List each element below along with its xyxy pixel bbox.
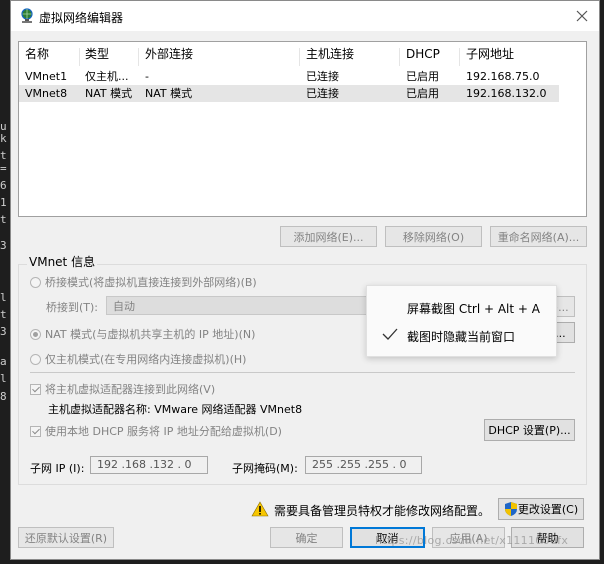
table-row[interactable]: VMnet1 仅主机... - 已连接 已启用 192.168.75.0 xyxy=(19,68,559,85)
terminal-line: 6 xyxy=(0,179,7,192)
radio-button xyxy=(30,353,41,365)
row-type: NAT 模式 xyxy=(85,87,133,100)
row-host: 已连接 xyxy=(306,70,339,83)
bridged-mode-radio[interactable]: 桥接模式(将虚拟机直接连接到外部网络)(B) xyxy=(30,274,257,290)
table-row-selected[interactable]: VMnet8 NAT 模式 NAT 模式 已连接 已启用 192.168.132… xyxy=(19,85,559,102)
close-button[interactable] xyxy=(565,1,599,31)
title-bar: 虚拟网络编辑器 xyxy=(11,1,599,31)
column-header-name[interactable]: 名称 xyxy=(25,46,49,63)
remove-network-button[interactable]: 移除网络(O) xyxy=(385,226,482,247)
nat-mode-label: NAT 模式(与虚拟机共享主机的 IP 地址)(N) xyxy=(45,328,256,341)
subnet-ip-label: 子网 IP (I): xyxy=(30,462,85,475)
change-settings-button[interactable]: 更改设置(C) xyxy=(498,498,584,520)
bridged-to-label: 桥接到(T): xyxy=(46,301,99,314)
column-header-subnet[interactable]: 子网地址 xyxy=(466,46,514,63)
row-external: NAT 模式 xyxy=(145,87,193,100)
screenshot-context-menu: 屏幕截图 Ctrl + Alt + A 截图时隐藏当前窗口 xyxy=(366,285,557,357)
watermark-text: https://blog.csdn.net/x1111000fx xyxy=(375,534,569,547)
subnet-mask-label: 子网掩码(M): xyxy=(232,462,298,475)
host-only-radio[interactable]: 仅主机模式(在专用网络内连接虚拟机)(H) xyxy=(30,351,246,367)
row-name: VMnet1 xyxy=(25,70,68,83)
terminal-line: t xyxy=(0,308,7,321)
warning-icon xyxy=(251,501,269,517)
row-subnet: 192.168.132.0 xyxy=(466,87,547,100)
terminal-line: t xyxy=(0,213,7,226)
row-host: 已连接 xyxy=(306,87,339,100)
row-dhcp: 已启用 xyxy=(406,70,439,83)
terminal-line: l xyxy=(0,372,7,385)
column-header-dhcp[interactable]: DHCP xyxy=(406,46,440,63)
menu-item-hide-window[interactable]: 截图时隐藏当前窗口 xyxy=(407,328,515,345)
row-external: - xyxy=(145,70,149,83)
window-title: 虚拟网络编辑器 xyxy=(39,11,124,25)
network-list[interactable]: 名称 类型 外部连接 主机连接 DHCP 子网地址 VMnet1 仅主机... … xyxy=(18,41,587,217)
row-subnet: 192.168.75.0 xyxy=(466,70,540,83)
dhcp-checkbox[interactable]: 使用本地 DHCP 服务将 IP 地址分配给虚拟机(D) xyxy=(30,423,282,439)
row-dhcp: 已启用 xyxy=(406,87,439,100)
terminal-line: 1 xyxy=(0,196,7,209)
terminal-line: 3 xyxy=(0,239,7,252)
column-header-host[interactable]: 主机连接 xyxy=(306,46,354,63)
table-header: 名称 类型 外部连接 主机连接 DHCP 子网地址 xyxy=(19,46,559,66)
close-icon xyxy=(576,10,588,22)
dhcp-settings-button[interactable]: DHCP 设置(P)... xyxy=(484,419,575,441)
change-settings-label: 更改设置(C) xyxy=(517,503,579,516)
subnet-ip-field[interactable]: 192 .168 .132 . 0 xyxy=(90,456,208,474)
radio-button-checked xyxy=(30,328,41,340)
column-divider xyxy=(138,48,139,66)
group-separator xyxy=(30,372,575,373)
uac-shield-icon xyxy=(505,502,517,516)
dhcp-label: 使用本地 DHCP 服务将 IP 地址分配给虚拟机(D) xyxy=(45,425,282,438)
column-header-external[interactable]: 外部连接 xyxy=(145,46,193,63)
column-divider xyxy=(299,48,300,66)
vmnet-info-title: VMnet 信息 xyxy=(27,253,98,270)
terminal-line: a xyxy=(0,355,7,368)
add-network-button[interactable]: 添加网络(E)... xyxy=(280,226,377,247)
host-only-label: 仅主机模式(在专用网络内连接虚拟机)(H) xyxy=(45,353,247,366)
terminal-background: u k t = 6 1 t 3 l t 3 a l 8 xyxy=(0,0,10,564)
ok-button[interactable]: 确定 xyxy=(270,527,343,548)
checkbox-checked xyxy=(30,425,41,437)
column-divider xyxy=(459,48,460,66)
column-divider xyxy=(79,48,80,66)
row-type: 仅主机... xyxy=(85,70,129,83)
restore-defaults-button[interactable]: 还原默认设置(R) xyxy=(18,527,114,548)
rename-network-button[interactable]: 重命名网络(A)... xyxy=(490,226,587,247)
checkmark-icon xyxy=(381,326,399,342)
network-globe-icon xyxy=(19,8,35,24)
terminal-line: 8 xyxy=(0,390,7,403)
menu-item-screenshot[interactable]: 屏幕截图 Ctrl + Alt + A xyxy=(407,300,540,317)
connect-adapter-checkbox[interactable]: 将主机虚拟适配器连接到此网络(V) xyxy=(30,381,215,397)
terminal-line: l xyxy=(0,291,7,304)
radio-button xyxy=(30,276,41,288)
subnet-mask-field[interactable]: 255 .255 .255 . 0 xyxy=(305,456,422,474)
checkbox-checked xyxy=(30,383,41,395)
column-divider xyxy=(399,48,400,66)
terminal-line: k xyxy=(0,132,7,145)
bridged-to-value: 自动 xyxy=(113,300,135,313)
adapter-name-text: 主机虚拟适配器名称: VMware 网络适配器 VMnet8 xyxy=(48,403,303,416)
column-header-type[interactable]: 类型 xyxy=(85,46,109,63)
terminal-line: 3 xyxy=(0,325,7,338)
row-name: VMnet8 xyxy=(25,87,68,100)
terminal-line: = xyxy=(0,162,7,175)
nat-mode-radio[interactable]: NAT 模式(与虚拟机共享主机的 IP 地址)(N) xyxy=(30,326,255,342)
admin-notice-text: 需要具备管理员特权才能修改网络配置。 xyxy=(274,504,491,518)
virtual-network-editor-dialog: 虚拟网络编辑器 名称 类型 外部连接 主机连接 DHCP 子网地址 VMnet1… xyxy=(10,0,600,560)
bridged-mode-label: 桥接模式(将虚拟机直接连接到外部网络)(B) xyxy=(45,276,257,289)
connect-adapter-label: 将主机虚拟适配器连接到此网络(V) xyxy=(45,383,216,396)
